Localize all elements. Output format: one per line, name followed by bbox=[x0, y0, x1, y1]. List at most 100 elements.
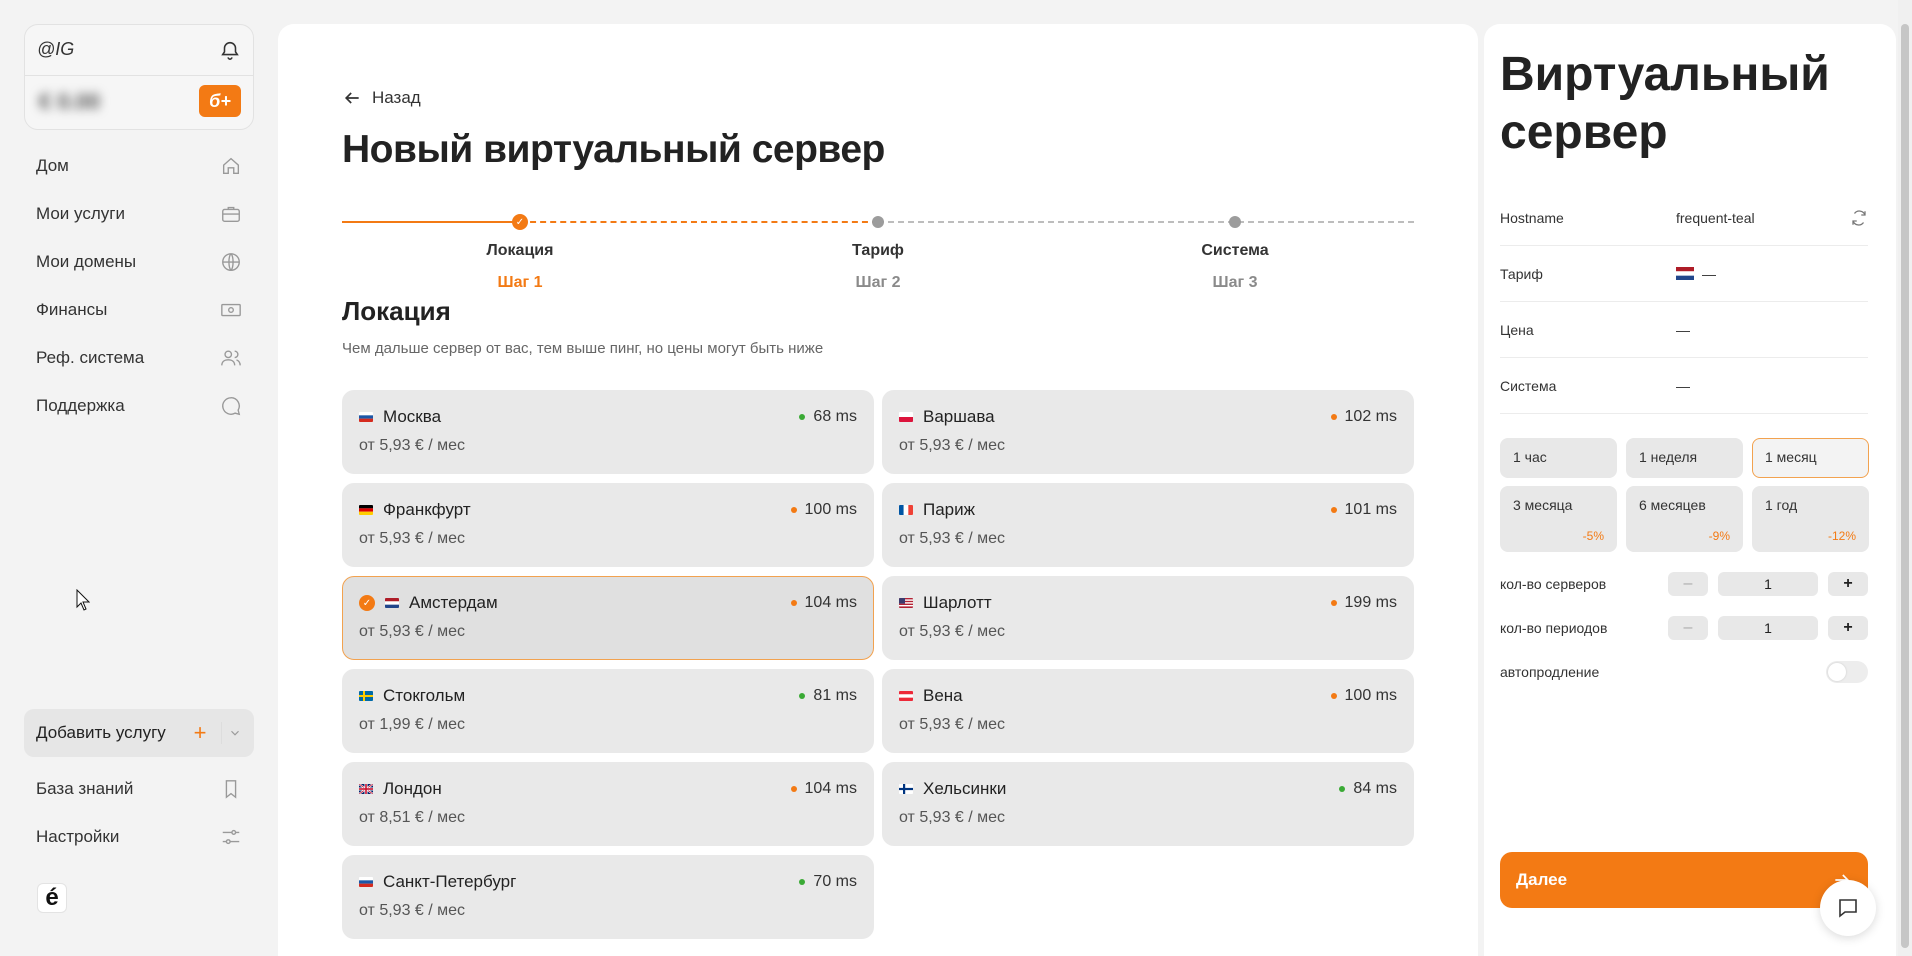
step-1-check-icon[interactable]: ✓ bbox=[512, 214, 528, 230]
hostname-value[interactable]: frequent-teal bbox=[1676, 210, 1755, 226]
period-label: 3 месяца bbox=[1513, 497, 1573, 513]
nav-item-label: Финансы bbox=[36, 300, 108, 319]
back-link[interactable]: Назад bbox=[342, 88, 421, 108]
periods-decrement-button[interactable]: – bbox=[1668, 616, 1708, 640]
flag-icon bbox=[385, 598, 399, 608]
bookmark-icon bbox=[225, 780, 237, 799]
ping-value: 100 ms bbox=[804, 501, 857, 518]
step-1-label: Локация bbox=[486, 242, 554, 259]
flag-icon bbox=[359, 784, 373, 794]
period-option[interactable]: 1 неделя bbox=[1626, 438, 1743, 478]
location-card[interactable]: Хельсинки 84 ms от 5,93 € / мес bbox=[882, 762, 1414, 846]
location-header: Санкт-Петербург 70 ms bbox=[359, 872, 857, 892]
location-card[interactable]: Шарлотт 199 ms от 5,93 € / мес bbox=[882, 576, 1414, 660]
step-2-dot[interactable] bbox=[872, 216, 884, 228]
next-button[interactable]: Далее bbox=[1500, 852, 1868, 908]
location-ping: 104 ms bbox=[790, 780, 857, 798]
nav-item-finance[interactable]: Финансы bbox=[24, 286, 254, 334]
location-name: Стокгольм bbox=[383, 686, 466, 705]
plus-badge[interactable]: б+ bbox=[199, 85, 241, 117]
ping-status-dot bbox=[799, 693, 806, 699]
chat-bubble-icon bbox=[1839, 899, 1857, 918]
chat-support-button[interactable] bbox=[1820, 880, 1876, 936]
scrollbar-thumb[interactable] bbox=[1901, 24, 1909, 948]
location-ping: 104 ms bbox=[790, 594, 857, 612]
ping-status-dot bbox=[790, 786, 797, 792]
stepper: ✓ Локация Шаг 1 Тариф Шаг 2 Система Шаг … bbox=[342, 192, 1414, 292]
ping-value: 102 ms bbox=[1344, 408, 1397, 425]
summary-row-price: Цена — bbox=[1500, 302, 1868, 358]
location-header: Вена 100 ms bbox=[899, 686, 1397, 706]
location-price: от 5,93 € / мес bbox=[899, 809, 1006, 826]
location-price: от 1,99 € / мес bbox=[359, 716, 466, 733]
servers-increment-button[interactable]: + bbox=[1828, 572, 1868, 596]
period-discount: -12% bbox=[1827, 529, 1856, 543]
scrollbar[interactable] bbox=[1898, 0, 1912, 956]
flag-icon bbox=[899, 598, 913, 608]
nav-menu: Дом Мои услуги Мои домены Финансы Реф. с… bbox=[24, 142, 254, 430]
account-name[interactable]: @IG bbox=[37, 39, 74, 60]
step-remaining-dashed bbox=[878, 221, 1414, 223]
servers-label: кол-во серверов bbox=[1500, 576, 1607, 592]
refresh-icon[interactable] bbox=[1850, 209, 1868, 227]
location-name: Шарлотт bbox=[923, 593, 992, 612]
autorenew-toggle[interactable] bbox=[1826, 661, 1868, 683]
servers-value[interactable]: 1 bbox=[1718, 572, 1818, 596]
period-option[interactable]: 6 месяцев -9% bbox=[1626, 486, 1743, 552]
period-option[interactable]: 1 час bbox=[1500, 438, 1617, 478]
step-3-number: Шаг 3 bbox=[1212, 274, 1258, 291]
location-price: от 5,93 € / мес bbox=[359, 902, 466, 919]
location-card[interactable]: Вена 100 ms от 5,93 € / мес bbox=[882, 669, 1414, 753]
flag-icon bbox=[359, 412, 373, 422]
periods-increment-button[interactable]: + bbox=[1828, 616, 1868, 640]
location-price: от 5,93 € / мес bbox=[359, 530, 466, 547]
location-card[interactable]: Варшава 102 ms от 5,93 € / мес bbox=[882, 390, 1414, 474]
brand-logo[interactable]: é bbox=[37, 883, 67, 913]
location-card[interactable]: Париж 101 ms от 5,93 € / мес bbox=[882, 483, 1414, 567]
page-title: Новый виртуальный сервер bbox=[342, 128, 885, 171]
nav-item-referral[interactable]: Реф. система bbox=[24, 334, 254, 382]
servers-decrement-button[interactable]: – bbox=[1668, 572, 1708, 596]
periods-value[interactable]: 1 bbox=[1718, 616, 1818, 640]
period-option[interactable]: 3 месяца -5% bbox=[1500, 486, 1617, 552]
nav-item-domains[interactable]: Мои домены bbox=[24, 238, 254, 286]
period-option[interactable]: 1 год -12% bbox=[1752, 486, 1869, 552]
step-1-number: Шаг 1 bbox=[497, 274, 543, 291]
flag-icon bbox=[359, 505, 373, 515]
ping-status-dot bbox=[1330, 507, 1337, 513]
location-ping: 100 ms bbox=[1330, 687, 1397, 705]
add-service-button[interactable]: Добавить услугу + bbox=[24, 709, 254, 757]
period-label: 1 месяц bbox=[1765, 449, 1817, 465]
bell-icon[interactable] bbox=[219, 39, 241, 61]
nav-item-label: Мои услуги bbox=[36, 204, 125, 223]
nav-item-home[interactable]: Дом bbox=[24, 142, 254, 190]
location-header: Лондон 104 ms bbox=[359, 779, 857, 799]
location-card[interactable]: ✓ Амстердам 104 ms от 5,93 € / мес bbox=[342, 576, 874, 660]
nav-item-support[interactable]: Поддержка bbox=[24, 382, 254, 430]
tariff-value-wrap: — bbox=[1676, 266, 1716, 282]
nav-item-knowledge-base[interactable]: База знаний bbox=[24, 765, 254, 813]
location-header: Шарлотт 199 ms bbox=[899, 593, 1397, 613]
nav-item-services[interactable]: Мои услуги bbox=[24, 190, 254, 238]
step-3-dot[interactable] bbox=[1229, 216, 1241, 228]
step-progress-line bbox=[342, 221, 520, 223]
location-card[interactable]: Стокгольм 81 ms от 1,99 € / мес bbox=[342, 669, 874, 753]
mouse-cursor-icon bbox=[76, 589, 90, 611]
location-ping: 70 ms bbox=[799, 873, 857, 891]
chevron-down-icon[interactable] bbox=[228, 726, 242, 740]
location-name: Санкт-Петербург bbox=[383, 872, 517, 891]
main-content: Назад Новый виртуальный сервер ✓ Локация… bbox=[278, 24, 1478, 956]
tariff-value: — bbox=[1702, 265, 1716, 282]
location-card[interactable]: Франкфурт 100 ms от 5,93 € / мес bbox=[342, 483, 874, 567]
location-card[interactable]: Санкт-Петербург 70 ms от 5,93 € / мес bbox=[342, 855, 874, 939]
location-card[interactable]: Лондон 104 ms от 8,51 € / мес bbox=[342, 762, 874, 846]
location-card[interactable]: Москва 68 ms от 5,93 € / мес bbox=[342, 390, 874, 474]
period-option[interactable]: 1 месяц bbox=[1752, 438, 1869, 478]
ping-value: 100 ms bbox=[1344, 687, 1397, 704]
account-divider bbox=[25, 75, 253, 76]
order-summary-panel: Виртуальный сервер Hostname frequent-tea… bbox=[1484, 24, 1896, 956]
location-name: Вена bbox=[923, 686, 963, 705]
summary-title: Виртуальный сервер bbox=[1500, 48, 1830, 159]
flag-icon bbox=[899, 691, 913, 701]
nav-item-settings[interactable]: Настройки bbox=[24, 813, 254, 861]
